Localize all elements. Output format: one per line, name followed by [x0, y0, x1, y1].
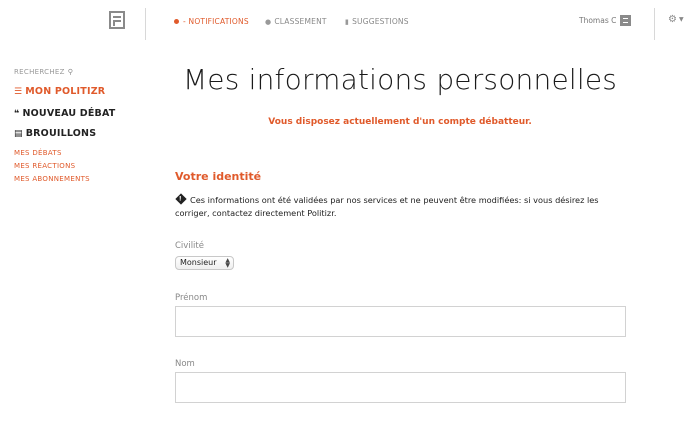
- account-status: Vous disposez actuellement d'un compte d…: [268, 117, 532, 127]
- prenom-field[interactable]: [175, 306, 626, 337]
- chevron-down-icon: ▼: [678, 15, 684, 23]
- bookmark-icon: ▮: [345, 17, 350, 26]
- sidebar-item-label: NOUVEAU DÉBAT: [22, 108, 116, 119]
- list-icon: ☰: [14, 86, 23, 97]
- civilite-value: Monsieur: [180, 258, 217, 267]
- sidebar-item-label: BROUILLONS: [25, 128, 97, 139]
- quote-icon: ❝: [14, 108, 20, 119]
- search-label: RECHERCHEZ: [14, 68, 65, 76]
- users-icon: ●: [265, 17, 272, 26]
- sidebar-link-mes-debats[interactable]: MES DÉBATS: [14, 149, 62, 157]
- sidebar-link-mes-abonnements[interactable]: MES ABONNEMENTS: [14, 175, 90, 183]
- search-icon: ⚲: [67, 68, 74, 76]
- page-title: Mes informations personnelles: [182, 63, 618, 96]
- civilite-select[interactable]: Monsieur ▲ ▼: [175, 256, 234, 270]
- section-title-identite: Votre identité: [175, 170, 262, 183]
- nav-notifications-label: NOTIFICATIONS: [188, 17, 249, 26]
- nav-notifications[interactable]: - NOTIFICATIONS: [174, 17, 249, 26]
- politizr-logo-icon[interactable]: [109, 11, 125, 29]
- nav-suggestions[interactable]: ▮ SUGGESTIONS: [345, 17, 409, 26]
- info-notice: Ces informations ont été validées par no…: [175, 193, 630, 220]
- sidebar-item-nouveau-debat[interactable]: ❝ NOUVEAU DÉBAT: [14, 108, 115, 119]
- warning-icon: [175, 193, 187, 205]
- sidebar-item-mon-politizr[interactable]: ☰ MON POLITIZR: [14, 86, 105, 97]
- civilite-label: Civilité: [175, 241, 204, 251]
- divider: [654, 8, 655, 40]
- sidebar-search[interactable]: RECHERCHEZ ⚲: [14, 68, 73, 76]
- avatar-icon: [620, 15, 632, 26]
- nom-label: Nom: [175, 359, 195, 369]
- divider: [145, 8, 146, 40]
- nav-suggestions-label: SUGGESTIONS: [352, 17, 409, 26]
- gear-icon: ⚙: [668, 14, 677, 25]
- info-text: Ces informations ont été validées par no…: [175, 195, 599, 218]
- settings-menu[interactable]: ⚙ ▼: [668, 14, 684, 25]
- nav-classement[interactable]: ● CLASSEMENT: [265, 17, 327, 26]
- sidebar-item-label: MON POLITIZR: [25, 86, 106, 97]
- select-arrows-icon: ▲ ▼: [225, 257, 230, 269]
- user-name: Thomas C: [579, 16, 617, 25]
- user-menu[interactable]: Thomas C: [579, 15, 632, 26]
- nav-notifications-prefix: -: [183, 17, 186, 26]
- top-bar: - NOTIFICATIONS ● CLASSEMENT ▮ SUGGESTIO…: [0, 0, 698, 44]
- sidebar-link-mes-reactions[interactable]: MES RÉACTIONS: [14, 162, 75, 170]
- prenom-label: Prénom: [175, 293, 208, 303]
- nom-field[interactable]: [175, 372, 626, 403]
- sidebar-item-brouillons[interactable]: ▤ BROUILLONS: [14, 128, 96, 139]
- nav-classement-label: CLASSEMENT: [274, 17, 327, 26]
- notification-dot-icon: [174, 19, 179, 24]
- draft-icon: ▤: [14, 128, 23, 139]
